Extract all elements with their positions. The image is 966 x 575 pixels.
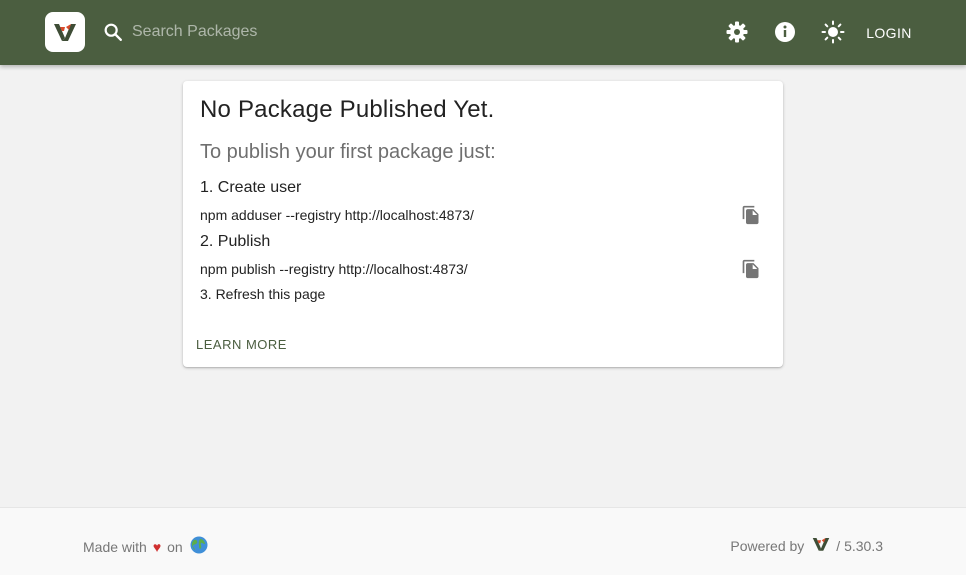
card-subtitle: To publish your first package just: [200, 141, 496, 163]
footer-made-with: Made with ♥ on [83, 536, 208, 557]
search-icon [102, 21, 124, 48]
copy-icon[interactable] [741, 259, 761, 279]
empty-state-card: No Package Published Yet. To publish you… [183, 81, 783, 367]
heart-icon: ♥ [152, 538, 162, 555]
info-icon[interactable] [773, 20, 797, 44]
step-publish-title: 2. Publish [200, 233, 271, 250]
footer: Made with ♥ on Powered by / 5.30.3 [0, 507, 966, 575]
version-text: / 5.30.3 [836, 537, 883, 554]
step-publish-command: npm publish --registry http://localhost:… [200, 261, 468, 277]
gear-icon[interactable] [725, 20, 749, 44]
logo-icon[interactable] [45, 12, 85, 52]
made-with-text: Made with [83, 538, 147, 555]
learn-more-button[interactable]: LEARN MORE [196, 335, 287, 354]
login-button[interactable]: LOGIN [858, 18, 920, 48]
search-input[interactable] [128, 18, 436, 46]
globe-icon [190, 536, 208, 557]
on-text: on [167, 538, 183, 555]
verdaccio-logo-icon [812, 536, 830, 555]
copy-icon[interactable] [741, 205, 761, 225]
footer-powered-by: Powered by / 5.30.3 [730, 536, 883, 555]
card-title: No Package Published Yet. [200, 96, 495, 123]
sun-icon[interactable] [821, 20, 845, 44]
step-create-user-title: 1. Create user [200, 179, 302, 196]
step-create-user-command: npm adduser --registry http://localhost:… [200, 207, 474, 223]
powered-by-text: Powered by [730, 537, 805, 554]
app-bar: LOGIN [0, 0, 966, 65]
step-refresh-text: 3. Refresh this page [200, 286, 326, 302]
